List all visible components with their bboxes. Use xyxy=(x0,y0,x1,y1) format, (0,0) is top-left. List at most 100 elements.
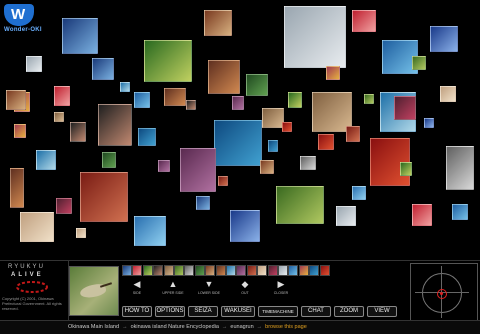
gallery-thumbnail[interactable] xyxy=(412,56,426,70)
strip-thumbnail[interactable] xyxy=(267,265,278,276)
gallery-thumbnail[interactable] xyxy=(6,90,26,110)
gallery-thumbnail[interactable] xyxy=(134,92,150,108)
gallery-thumbnail[interactable] xyxy=(26,56,42,72)
gallery-thumbnail[interactable] xyxy=(164,88,186,106)
gallery-thumbnail[interactable] xyxy=(262,108,284,128)
thumb-sanshin-player[interactable] xyxy=(208,60,240,94)
upper-side-button[interactable]: ▲ UPPER SIDE xyxy=(158,279,188,299)
thumb-jungle[interactable] xyxy=(246,74,268,96)
thumb-pottery[interactable] xyxy=(180,148,216,192)
thumb-lagoon[interactable] xyxy=(134,216,166,246)
thumb-castle-gate[interactable] xyxy=(204,10,232,36)
strip-thumbnail[interactable] xyxy=(163,265,174,276)
gallery-thumbnail[interactable] xyxy=(186,100,196,110)
seiza-button[interactable]: SEIZA xyxy=(188,306,218,317)
thumb-seabird[interactable] xyxy=(62,18,98,54)
lower-side-button[interactable]: ▼ LOWER SIDE xyxy=(194,279,224,299)
strip-thumbnail[interactable] xyxy=(184,265,195,276)
gallery-thumbnail[interactable] xyxy=(76,228,86,238)
thumb-palace[interactable] xyxy=(80,172,128,222)
thumb-sea-divers[interactable] xyxy=(214,120,262,166)
strip-thumbnail[interactable] xyxy=(298,265,309,276)
strip-thumbnail[interactable] xyxy=(309,265,320,276)
strip-thumbnail[interactable] xyxy=(205,265,216,276)
gallery-thumbnail[interactable] xyxy=(452,204,468,220)
gallery-thumbnail[interactable] xyxy=(326,66,340,80)
thumb-musician[interactable] xyxy=(394,96,416,120)
gallery-thumbnail[interactable] xyxy=(120,82,130,92)
thumb-pufferfish[interactable] xyxy=(284,6,346,68)
strip-thumbnail[interactable] xyxy=(122,265,132,276)
gallery-thumbnail[interactable] xyxy=(400,162,412,176)
side-button[interactable]: ◀ SIDE xyxy=(122,279,152,299)
gallery-thumbnail[interactable] xyxy=(10,168,24,208)
strip-thumbnail[interactable] xyxy=(288,265,299,276)
thumb-grasshopper[interactable] xyxy=(276,186,324,224)
breadcrumb-item-1[interactable]: Okinawa Main Island xyxy=(68,324,119,330)
gallery-thumbnail[interactable] xyxy=(430,26,458,52)
zoom-button[interactable]: ZOOM xyxy=(334,306,364,317)
out-button[interactable]: ◆ OUT xyxy=(230,279,260,299)
gallery-thumbnail[interactable] xyxy=(260,160,274,174)
strip-thumbnail[interactable] xyxy=(215,265,226,276)
gallery-thumbnail[interactable] xyxy=(70,122,86,142)
gallery-thumbnail[interactable] xyxy=(232,96,244,110)
gallery-thumbnail[interactable] xyxy=(424,118,434,128)
gallery-thumbnail[interactable] xyxy=(268,140,278,152)
gallery-thumbnail[interactable] xyxy=(364,94,374,104)
gallery-thumbnail[interactable] xyxy=(138,128,156,146)
gallery-thumbnail[interactable] xyxy=(92,58,114,80)
selected-image-preview[interactable] xyxy=(69,266,119,316)
view-button[interactable]: VIEW xyxy=(367,306,397,317)
gallery-thumbnail[interactable] xyxy=(54,86,70,106)
strip-thumbnail[interactable] xyxy=(132,265,143,276)
gallery-thumbnail[interactable] xyxy=(196,196,210,210)
breadcrumb-item-3[interactable]: eunagrun xyxy=(230,324,253,330)
strip-thumbnail[interactable] xyxy=(194,265,205,276)
gallery-thumbnail[interactable] xyxy=(346,126,360,142)
chat-button[interactable]: CHAT xyxy=(301,306,331,317)
gallery-thumbnail[interactable] xyxy=(412,204,432,226)
thumb-coral[interactable] xyxy=(20,212,54,242)
closer-button[interactable]: ▶ CLOSER xyxy=(266,279,296,299)
gallery-thumbnail[interactable] xyxy=(440,86,456,102)
timemachine-button[interactable]: TIMEMACHINE xyxy=(258,306,298,317)
gallery-thumbnail[interactable] xyxy=(56,198,72,214)
brand-line-2: ALIVE xyxy=(11,272,44,278)
thumbnail-strip[interactable] xyxy=(122,265,330,277)
wonder-oki-logo[interactable]: W Wonder-OKI xyxy=(4,4,42,34)
thumb-vase[interactable] xyxy=(230,210,260,242)
thumb-dragon-carving[interactable] xyxy=(446,146,474,190)
browse-page-link[interactable]: browse this page xyxy=(265,324,307,330)
how-to-button[interactable]: HOW TO xyxy=(122,306,152,317)
strip-thumbnail[interactable] xyxy=(278,265,288,276)
gallery-thumbnail[interactable] xyxy=(158,160,170,172)
gallery-thumbnail[interactable] xyxy=(318,134,334,150)
gallery-thumbnail[interactable] xyxy=(102,152,116,168)
gallery-thumbnail[interactable] xyxy=(36,150,56,170)
breadcrumb-item-2[interactable]: okinawa island Nature Encyclopedia xyxy=(131,324,219,330)
gallery-thumbnail[interactable] xyxy=(54,112,64,122)
gallery-thumbnail[interactable] xyxy=(336,206,356,226)
strip-thumbnail[interactable] xyxy=(246,265,257,276)
strip-thumbnail[interactable] xyxy=(142,265,153,276)
position-radar[interactable] xyxy=(410,263,478,321)
options-button[interactable]: OPTIONS xyxy=(155,306,185,317)
strip-thumbnail[interactable] xyxy=(153,265,164,276)
strip-thumbnail[interactable] xyxy=(226,265,236,276)
thumb-flowers[interactable] xyxy=(352,10,376,32)
strip-thumbnail[interactable] xyxy=(236,265,247,276)
thumb-woman[interactable] xyxy=(98,104,132,146)
strip-thumbnail[interactable] xyxy=(174,265,184,276)
thumb-frog[interactable] xyxy=(144,40,192,82)
wakusei-button[interactable]: WAKUSEI xyxy=(221,306,255,317)
gallery-thumbnail[interactable] xyxy=(300,156,316,170)
gallery-thumbnail[interactable] xyxy=(352,186,366,200)
gallery-thumbnail[interactable] xyxy=(14,124,26,138)
gallery-thumbnail[interactable] xyxy=(288,92,302,108)
strip-thumbnail[interactable] xyxy=(319,265,330,276)
gallery-thumbnail[interactable] xyxy=(218,176,228,186)
strip-thumbnail[interactable] xyxy=(257,265,268,276)
gallery-thumbnail[interactable] xyxy=(282,122,292,132)
image-galaxy-view[interactable]: W Wonder-OKI xyxy=(0,0,480,260)
